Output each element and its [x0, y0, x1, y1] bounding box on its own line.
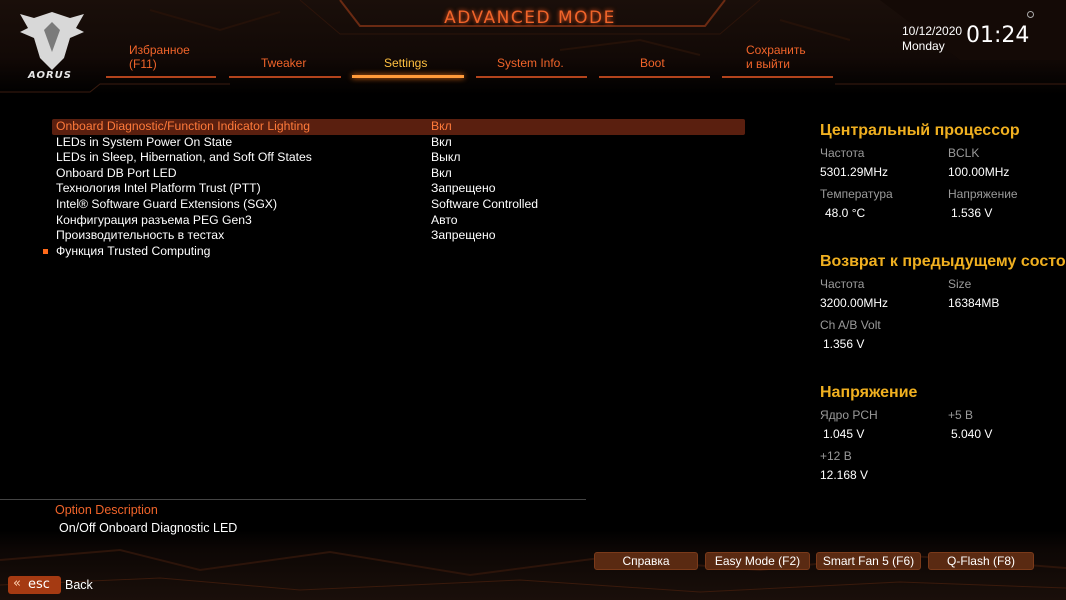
tab-underline [229, 76, 341, 78]
cpu-freq-label: Частота [820, 146, 865, 160]
mem-size-label: Size [948, 277, 972, 291]
weekday-text: Monday [902, 39, 945, 53]
smart-fan-button[interactable]: Smart Fan 5 (F6) [816, 552, 921, 570]
setting-row-leds-sleep[interactable]: LEDs in Sleep, Hibernation, and Soft Off… [52, 150, 745, 166]
easy-mode-button[interactable]: Easy Mode (F2) [705, 552, 810, 570]
description-divider [0, 499, 586, 500]
setting-value[interactable]: Вкл [431, 166, 452, 180]
clock: 01:24 [966, 23, 1030, 48]
setting-row-leds-power-on[interactable]: LEDs in System Power On State Вкл [52, 135, 745, 151]
title-frame: ADVANCED MODE [355, 0, 705, 38]
setting-row-peg-gen3[interactable]: Конфигурация разъема PEG Gen3 Авто [52, 213, 745, 229]
memory-title: Возврат к предыдущему состо [820, 253, 1066, 270]
tab-underline [599, 76, 710, 78]
tab-label: Tweaker [261, 56, 307, 70]
mem-freq-value: 3200.00MHz [820, 296, 889, 310]
settings-gear-icon[interactable] [1027, 11, 1034, 18]
tab-settings[interactable]: Settings [352, 40, 464, 78]
tab-label: Сохранить и выйти [746, 43, 806, 71]
pch-value: 1.045 V [823, 427, 865, 441]
v5-value: 5.040 V [951, 427, 993, 441]
tab-label: System Info. [497, 56, 564, 70]
cpu-title: Центральный процессор [820, 122, 1020, 139]
mem-volt-label: Ch A/B Volt [820, 318, 881, 332]
v5-label: +5 В [948, 408, 974, 422]
double-chevron-left-icon: « [13, 576, 21, 591]
tab-boot[interactable]: Boot [599, 40, 710, 78]
back-label[interactable]: Back [65, 578, 93, 592]
setting-name: Конфигурация разъема PEG Gen3 [56, 212, 252, 227]
setting-row-diagnostic-lighting[interactable]: Onboard Diagnostic/Function Indicator Li… [52, 119, 745, 135]
setting-row-ptt[interactable]: Технология Intel Platform Trust (PTT) За… [52, 181, 745, 197]
v12-value: 12.168 V [820, 468, 869, 482]
tab-label: Boot [640, 56, 665, 70]
settings-list: Onboard Diagnostic/Function Indicator Li… [43, 119, 745, 260]
aorus-logo-text: AORUS [28, 70, 72, 81]
mem-volt-value: 1.356 V [823, 337, 865, 351]
date-text: 10/12/2020 [902, 24, 963, 38]
setting-name: Intel® Software Guard Extensions (SGX) [56, 196, 277, 211]
tab-underline [352, 75, 464, 78]
setting-value[interactable]: Вкл [431, 119, 452, 133]
setting-row-benchmark[interactable]: Производительность в тестах Запрещено [52, 228, 745, 244]
description-text: On/Off Onboard Diagnostic LED [59, 521, 238, 535]
voltage-title: Напряжение [820, 384, 918, 401]
tab-tweaker[interactable]: Tweaker [229, 40, 341, 78]
setting-value[interactable]: Запрещено [431, 181, 495, 195]
cpu-volt-value: 1.536 V [951, 206, 993, 220]
voltage-panel: Напряжение Ядро PCH +5 В 1.045 V 5.040 V… [820, 384, 992, 482]
cpu-bclk-label: BCLK [948, 146, 980, 160]
setting-row-sgx[interactable]: Intel® Software Guard Extensions (SGX) S… [52, 197, 745, 213]
setting-value[interactable]: Запрещено [431, 228, 495, 242]
setting-name: LEDs in Sleep, Hibernation, and Soft Off… [56, 150, 312, 165]
tab-underline [476, 76, 587, 78]
q-flash-button[interactable]: Q-Flash (F8) [928, 552, 1034, 570]
tab-label: Settings [384, 56, 428, 70]
page-title: ADVANCED MODE [444, 8, 616, 28]
tab-label: Избранное (F11) [129, 43, 190, 71]
tab-underline [722, 76, 833, 78]
mem-freq-label: Частота [820, 277, 865, 291]
submenu-bullet-icon [43, 248, 48, 254]
setting-name: LEDs in System Power On State [56, 134, 233, 149]
setting-name: Производительность в тестах [56, 228, 225, 243]
setting-value[interactable]: Выкл [431, 150, 460, 164]
setting-row-trusted-computing[interactable]: Функция Trusted Computing [43, 243, 745, 260]
pch-label: Ядро PCH [820, 408, 878, 422]
tab-favorites[interactable]: Избранное (F11) [106, 40, 216, 78]
cpu-freq-value: 5301.29MHz [820, 165, 889, 179]
setting-value[interactable]: Вкл [431, 135, 452, 149]
setting-value[interactable]: Software Controlled [431, 197, 538, 211]
setting-value[interactable]: Авто [431, 213, 458, 227]
tab-system-info[interactable]: System Info. [476, 40, 587, 78]
setting-name: Технология Intel Platform Trust (PTT) [56, 181, 261, 196]
setting-name: Onboard Diagnostic/Function Indicator Li… [56, 119, 311, 133]
setting-name: Onboard DB Port LED [56, 165, 177, 180]
description-title: Option Description [55, 503, 158, 517]
setting-row-db-port-led[interactable]: Onboard DB Port LED Вкл [52, 166, 745, 182]
esc-label: esc [28, 577, 50, 592]
cpu-bclk-value: 100.00MHz [948, 165, 1010, 179]
cpu-temp-label: Температура [820, 187, 893, 201]
cpu-temp-value: 48.0 °C [825, 206, 866, 220]
memory-panel: Возврат к предыдущему состо Частота Size… [820, 253, 1066, 351]
mem-size-value: 16384MB [948, 296, 1000, 310]
tab-underline [106, 76, 216, 78]
date-display: 10/12/2020 Monday [902, 24, 962, 54]
setting-name: Функция Trusted Computing [56, 243, 211, 258]
tab-save-exit[interactable]: Сохранить и выйти [722, 40, 833, 78]
help-button[interactable]: Справка [594, 552, 698, 570]
cpu-panel: Центральный процессор Частота BCLK 5301.… [820, 122, 1020, 220]
cpu-volt-label: Напряжение [948, 187, 1018, 201]
v12-label: +12 В [820, 449, 852, 463]
esc-button[interactable]: « esc [8, 576, 61, 594]
